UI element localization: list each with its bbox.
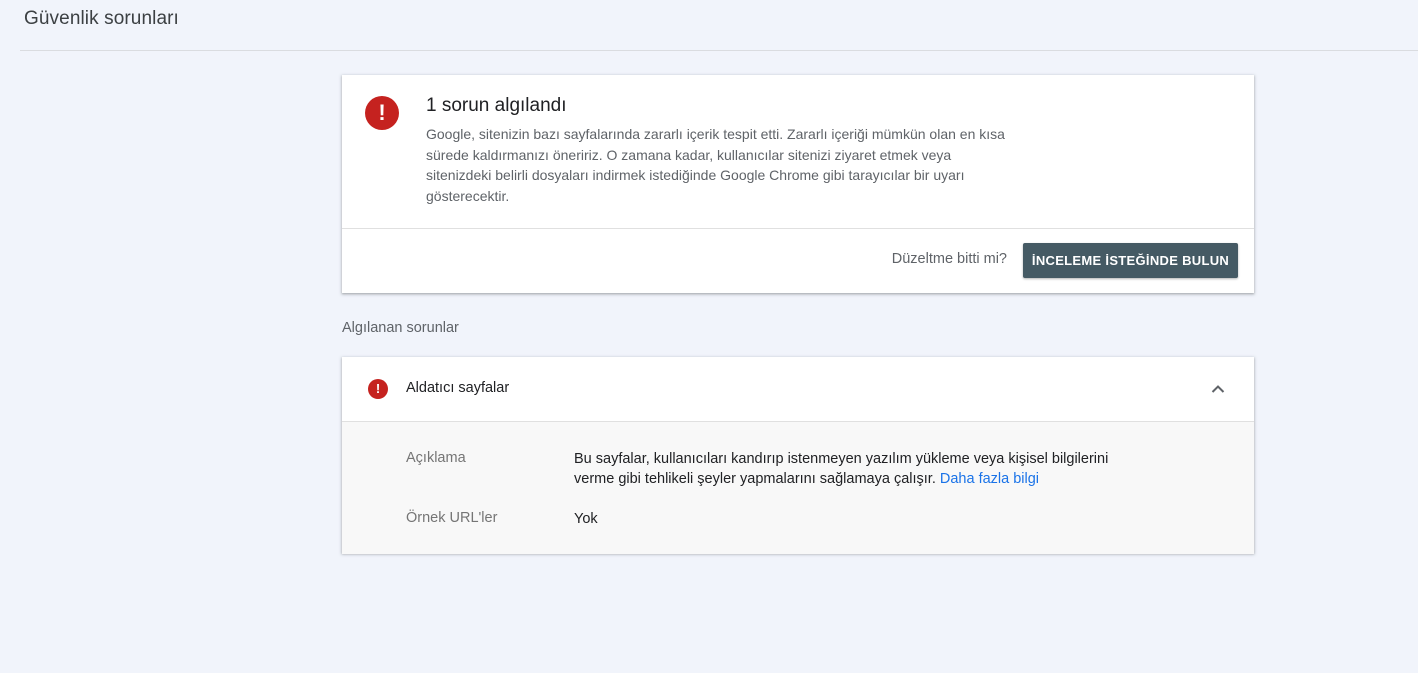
summary-description: Google, sitenizin bazı sayfalarında zara… <box>426 126 1005 204</box>
page-title: Güvenlik sorunları <box>24 8 179 29</box>
summary-card: ! 1 sorun algılandı Google, sitenizin ba… <box>342 75 1254 293</box>
error-icon: ! <box>365 96 399 130</box>
description-label: Açıklama <box>406 450 466 466</box>
sample-urls-value: Yok <box>574 511 598 527</box>
error-icon: ! <box>368 379 388 399</box>
issue-header[interactable]: ! Aldatıcı sayfalar <box>342 357 1254 421</box>
chevron-up-icon[interactable] <box>1206 380 1230 398</box>
detected-issues-label: Algılanan sorunlar <box>342 320 459 336</box>
fix-question: Düzeltme bitti mi? <box>891 251 1007 267</box>
learn-more-link[interactable]: Daha fazla bilgi <box>940 471 1039 487</box>
header-divider <box>20 50 1418 51</box>
summary-title: 1 sorun algılandı <box>426 95 567 116</box>
sample-urls-label: Örnek URL'ler <box>406 510 498 526</box>
description-value: Bu sayfalar, kullanıcıları kandırıp iste… <box>574 449 1134 489</box>
issue-card: ! Aldatıcı sayfalar Açıklama Bu sayfalar… <box>342 357 1254 554</box>
issue-details: Açıklama Bu sayfalar, kullanıcıları kand… <box>342 421 1254 554</box>
page-header: Güvenlik sorunları <box>0 0 1418 51</box>
issue-title: Aldatıcı sayfalar <box>406 380 510 396</box>
request-review-button[interactable]: İNCELEME İSTEĞİNDE BULUN <box>1023 243 1238 278</box>
summary-divider <box>342 228 1254 229</box>
